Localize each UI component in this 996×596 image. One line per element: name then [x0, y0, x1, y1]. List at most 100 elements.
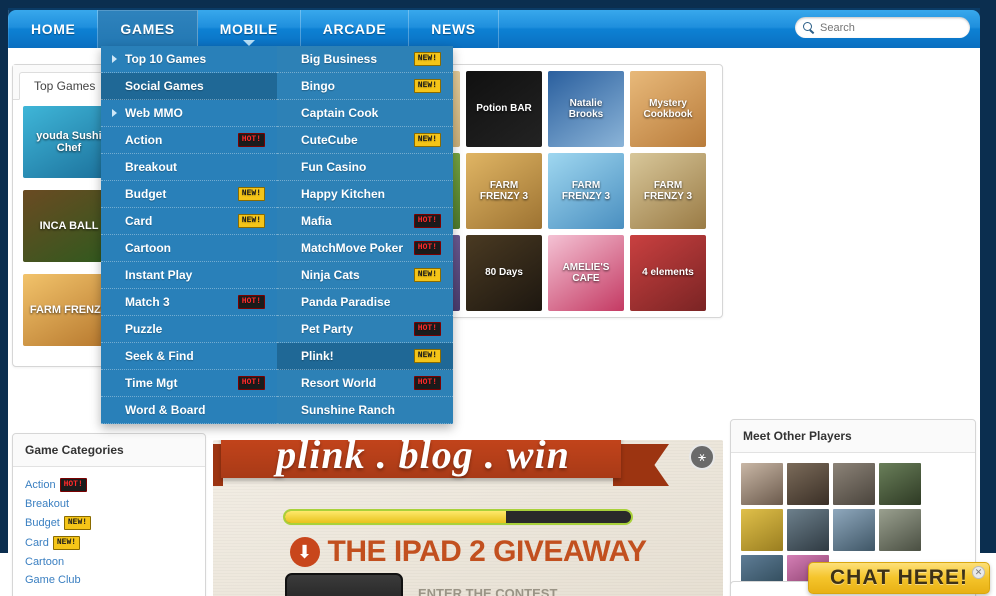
navbar-items: HOME GAMES MOBILE ARCADE NEWS: [8, 10, 499, 48]
dropdown-item-action[interactable]: Action HOT!: [101, 127, 277, 154]
category-item-label: Card: [25, 537, 49, 549]
avatar[interactable]: [787, 463, 829, 505]
dropdown-item-captain-cook[interactable]: Captain Cook: [277, 100, 453, 127]
game-thumbnail[interactable]: FARM FRENZY 3: [630, 153, 706, 229]
dropdown-item-label: Panda Paradise: [301, 295, 391, 309]
nav-item-arcade[interactable]: ARCADE: [301, 10, 410, 48]
avatar[interactable]: [879, 463, 921, 505]
search-input[interactable]: [820, 21, 962, 34]
dropdown-item-cartoon[interactable]: Cartoon: [101, 235, 277, 262]
hot-badge: HOT!: [413, 322, 441, 336]
dropdown-item-label: Web MMO: [125, 106, 183, 120]
category-item-breakout[interactable]: Breakout: [13, 495, 205, 513]
dropdown-item-mafia[interactable]: Mafia HOT!: [277, 208, 453, 235]
dropdown-item-label: Ninja Cats: [301, 268, 360, 282]
nav-item-mobile[interactable]: MOBILE: [198, 10, 301, 48]
dropdown-item-label: Word & Board: [125, 403, 206, 417]
dropdown-item-social-games[interactable]: Social Games: [101, 73, 277, 100]
banner-subtext: ENTER THE CONTEST: [418, 586, 558, 596]
category-item-label: Budget: [25, 517, 60, 529]
category-item-budget[interactable]: Budget NEW!: [13, 513, 205, 533]
dropdown-item-label: Cartoon: [125, 241, 171, 255]
dropdown-item-ninja-cats[interactable]: Ninja Cats NEW!: [277, 262, 453, 289]
dropdown-item-matchmove-poker[interactable]: MatchMove Poker HOT!: [277, 235, 453, 262]
dropdown-item-budget[interactable]: Budget NEW!: [101, 181, 277, 208]
category-item-cartoon[interactable]: Cartoon: [13, 553, 205, 571]
dropdown-item-label: Social Games: [125, 79, 204, 93]
dropdown-item-plink[interactable]: Plink! NEW!: [277, 343, 453, 370]
avatar[interactable]: [879, 509, 921, 551]
banner-progress-bar: [283, 509, 633, 525]
new-badge: NEW!: [413, 52, 441, 66]
dropdown-item-label: Mafia: [301, 214, 332, 228]
chat-here-button[interactable]: CHAT HERE! ✕: [808, 562, 990, 594]
dropdown-item-label: Seek & Find: [125, 349, 194, 363]
category-item-action[interactable]: Action HOT!: [13, 475, 205, 495]
game-categories-title: Game Categories: [13, 434, 205, 467]
game-thumbnail[interactable]: Potion BAR: [466, 71, 542, 147]
dropdown-item-label: MatchMove Poker: [301, 241, 404, 255]
dropdown-item-bingo[interactable]: Bingo NEW!: [277, 73, 453, 100]
avatar[interactable]: [833, 463, 875, 505]
dropdown-item-label: Match 3: [125, 295, 170, 309]
search-box[interactable]: [795, 17, 970, 38]
tab-top-games[interactable]: Top Games: [19, 72, 111, 100]
dropdown-item-pet-party[interactable]: Pet Party HOT!: [277, 316, 453, 343]
game-thumbnail[interactable]: Mystery Cookbook: [630, 71, 706, 147]
avatar[interactable]: [741, 509, 783, 551]
dropdown-item-instant-play[interactable]: Instant Play: [101, 262, 277, 289]
game-thumbnail[interactable]: FARM FRENZY 3: [466, 153, 542, 229]
dropdown-item-happy-kitchen[interactable]: Happy Kitchen: [277, 181, 453, 208]
game-thumbnail[interactable]: 80 Days: [466, 235, 542, 311]
dropdown-item-fun-casino[interactable]: Fun Casino: [277, 154, 453, 181]
category-item-game-club[interactable]: Game Club: [13, 571, 205, 589]
dropdown-item-match-3[interactable]: Match 3 HOT!: [101, 289, 277, 316]
download-arrow-icon: ⬇: [289, 537, 320, 567]
nav-item-label: HOME: [31, 21, 76, 37]
dropdown-item-label: Breakout: [125, 160, 178, 174]
window-frame-left: [0, 0, 8, 553]
game-thumbnail[interactable]: FARM FRENZY 3: [548, 153, 624, 229]
hot-badge: HOT!: [237, 376, 265, 390]
avatar[interactable]: [833, 509, 875, 551]
game-thumbnail-title: Potion BAR: [476, 103, 532, 115]
dropdown-item-card[interactable]: Card NEW!: [101, 208, 277, 235]
nav-item-games[interactable]: GAMES: [98, 10, 198, 48]
ipad-giveaway-banner[interactable]: plink . blog . win ⬇ THE IPAD 2 GIVEAWAY…: [213, 440, 723, 596]
dropdown-item-word-board[interactable]: Word & Board: [101, 397, 277, 424]
dropdown-item-big-business[interactable]: Big Business NEW!: [277, 46, 453, 73]
game-categories-list: Action HOT! Breakout Budget NEW! Card NEW! Cart…: [13, 467, 205, 596]
dropdown-item-top-10-games[interactable]: Top 10 Games: [101, 46, 277, 73]
nav-item-news[interactable]: NEWS: [409, 10, 499, 48]
nav-item-home[interactable]: HOME: [8, 10, 99, 48]
dropdown-item-resort-world[interactable]: Resort World HOT!: [277, 370, 453, 397]
dropdown-item-label: Plink!: [301, 349, 334, 363]
dropdown-item-breakout[interactable]: Breakout: [101, 154, 277, 181]
banner-headline: THE IPAD 2 GIVEAWAY: [327, 535, 647, 568]
banner-ribbon: plink . blog . win: [213, 440, 723, 488]
avatar[interactable]: [741, 463, 783, 505]
chevron-right-icon: [112, 55, 117, 63]
running-man-icon[interactable]: ⚹: [689, 444, 715, 470]
game-thumbnail-title: Natalie Brooks: [568, 97, 604, 121]
dropdown-item-seek-find[interactable]: Seek & Find: [101, 343, 277, 370]
nav-item-label: ARCADE: [322, 21, 387, 37]
dropdown-item-label: Happy Kitchen: [301, 187, 386, 201]
dropdown-item-time-mgt[interactable]: Time Mgt HOT!: [101, 370, 277, 397]
new-badge: NEW!: [413, 133, 441, 147]
nav-item-label: MOBILE: [219, 21, 278, 37]
game-thumbnail[interactable]: 4 elements: [630, 235, 706, 311]
game-thumbnail-title: FARM FRENZY 3: [643, 179, 693, 203]
dropdown-item-panda-paradise[interactable]: Panda Paradise: [277, 289, 453, 316]
game-thumbnail[interactable]: AMELIE'S CAFE: [548, 235, 624, 311]
game-thumbnail[interactable]: Natalie Brooks: [548, 71, 624, 147]
avatar[interactable]: [787, 509, 829, 551]
close-icon[interactable]: ✕: [972, 566, 985, 579]
dropdown-item-web-mmo[interactable]: Web MMO: [101, 100, 277, 127]
dropdown-item-label: Fun Casino: [301, 160, 367, 174]
dropdown-item-cutecube[interactable]: CuteCube NEW!: [277, 127, 453, 154]
dropdown-item-sunshine-ranch[interactable]: Sunshine Ranch: [277, 397, 453, 424]
dropdown-item-puzzle[interactable]: Puzzle: [101, 316, 277, 343]
dropdown-item-label: CuteCube: [301, 133, 358, 147]
category-item-card[interactable]: Card NEW!: [13, 533, 205, 553]
